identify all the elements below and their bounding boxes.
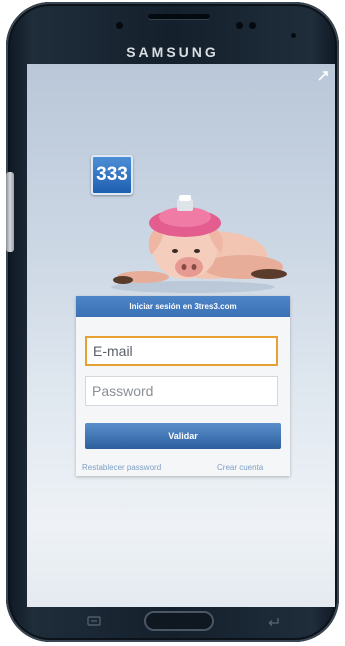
device-brand: SAMSUNG [126,44,219,60]
led-indicator [291,33,296,38]
sensor-dot [116,22,123,29]
validate-button[interactable]: Validar [85,423,281,449]
expand-icon[interactable] [317,70,329,82]
back-icon[interactable] [266,615,282,627]
home-button[interactable] [144,611,214,631]
volume-button [6,172,14,252]
restore-password-link[interactable]: Restablecer password [82,463,161,472]
login-panel: Iniciar sesión en 3tres3.com E-mail Pass… [76,296,290,476]
front-camera [236,22,243,29]
phone-frame: SAMSUNG 333 Iniciar sesión en 3tres3.com… [6,2,339,642]
email-field[interactable]: E-mail [85,336,278,366]
password-field[interactable]: Password [85,376,278,406]
menu-icon[interactable] [86,615,102,627]
app-logo: 333 [91,155,133,195]
sensor-dot [249,22,256,29]
login-header: Iniciar sesión en 3tres3.com [76,296,290,317]
create-account-link[interactable]: Crear cuenta [217,463,263,472]
speaker-grille [148,14,210,19]
app-screen: 333 Iniciar sesión en 3tres3.com E-mail … [27,64,335,607]
